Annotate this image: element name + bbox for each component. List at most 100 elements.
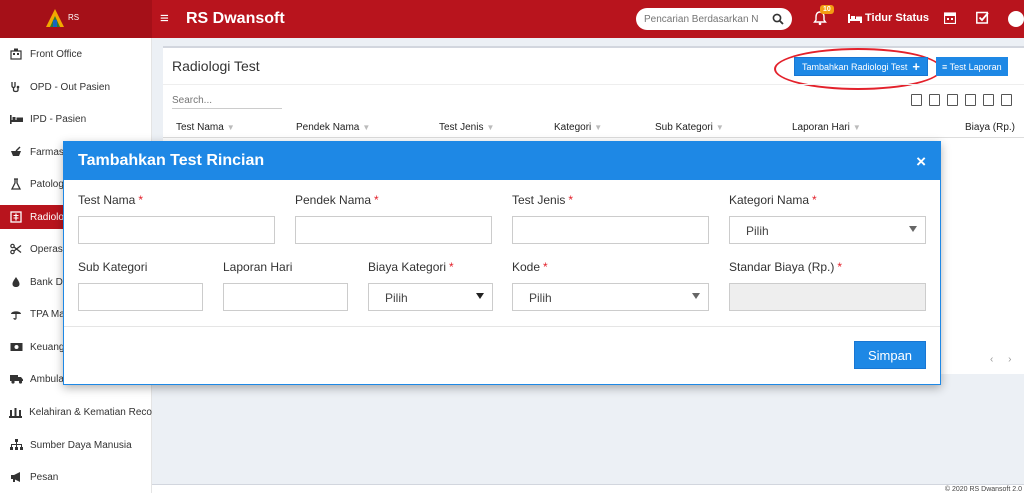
sidebar-item-ipd[interactable]: IPD - Pasien	[0, 107, 152, 131]
copy-icon[interactable]	[911, 94, 922, 106]
label-text: Biaya Kategori	[368, 260, 447, 274]
bullhorn-icon	[9, 470, 23, 484]
sidebar-item-pesan[interactable]: Pesan	[0, 465, 152, 489]
bed-status-label: Tidur Status	[865, 12, 929, 24]
ambulance-icon	[9, 372, 23, 386]
sidebar-item-label: Front Office	[30, 48, 83, 60]
print-icon[interactable]	[983, 94, 994, 106]
column-biaya[interactable]: Biaya (Rp.)	[965, 122, 1015, 133]
global-search	[636, 8, 792, 30]
sidebar-item-sdm[interactable]: Sumber Daya Manusia	[0, 433, 152, 457]
table-search-input[interactable]	[172, 93, 282, 109]
required-mark: *	[837, 260, 843, 274]
chevron-down-icon	[692, 293, 700, 299]
test-report-button[interactable]: ≡ Test Laporan	[936, 57, 1008, 76]
column-test-jenis[interactable]: Test Jenis ▼	[439, 122, 494, 133]
column-label: Biaya (Rp.)	[965, 122, 1016, 133]
column-sub-kategori[interactable]: Sub Kategori ▼	[655, 122, 724, 133]
add-radiology-test-button[interactable]: Tambahkan Radiologi Test +	[794, 57, 928, 76]
building-icon	[9, 47, 23, 61]
sidebar-item-opd[interactable]: OPD - Out Pasien	[0, 75, 152, 99]
label-text: Kode	[512, 260, 541, 274]
kode-select[interactable]: Pilih	[512, 283, 709, 311]
sidebar-item-label: Kelahiran & Kematian Reco	[29, 406, 152, 418]
modal-header: Tambahkan Test Rincian ×	[64, 142, 940, 180]
user-avatar-icon[interactable]	[1008, 11, 1024, 27]
required-mark: *	[543, 260, 548, 274]
modal-title: Tambahkan Test Rincian	[78, 152, 265, 169]
excel-icon[interactable]	[929, 94, 940, 106]
required-mark: *	[138, 193, 144, 207]
column-laporan-hari[interactable]: Laporan Hari ▼	[792, 122, 861, 133]
csv-icon[interactable]	[947, 94, 958, 106]
biaya-kategori-label: Biaya Kategori *	[368, 260, 454, 274]
sidebar-item-label: Bank D	[30, 276, 63, 288]
sub-kategori-label: Sub Kategori	[78, 260, 147, 274]
test-jenis-input[interactable]	[512, 216, 709, 244]
test-nama-input[interactable]	[78, 216, 275, 244]
label-text: Test Nama	[78, 193, 136, 207]
sidebar-item-label: Keuang	[30, 341, 65, 353]
bed-icon	[9, 112, 23, 126]
sidebar-item-label: Radiolo	[30, 211, 64, 223]
test-report-label: ≡ Test Laporan	[942, 61, 1002, 72]
standar-biaya-input	[729, 283, 926, 311]
sort-icon: ▼	[715, 123, 724, 132]
sort-icon: ▼	[226, 123, 235, 132]
close-icon[interactable]: ×	[916, 152, 926, 172]
column-pendek-nama[interactable]: Pendek Nama ▼	[296, 122, 370, 133]
column-test-nama[interactable]: Test Nama ▼	[176, 122, 235, 133]
kategori-nama-select[interactable]: Pilih	[729, 216, 926, 244]
brand-title: RS Dwansoft	[186, 10, 285, 27]
pdf-icon[interactable]	[965, 94, 976, 106]
sub-kategori-input[interactable]	[78, 283, 203, 311]
selected-value: Pilih	[529, 291, 552, 305]
sidebar-item-front-office[interactable]: Front Office	[0, 42, 152, 66]
logo-text: RS	[68, 13, 80, 22]
laporan-hari-label: Laporan Hari	[223, 260, 292, 274]
global-search-input[interactable]	[644, 11, 762, 27]
column-label: Pendek Nama	[296, 122, 360, 133]
sort-icon: ▼	[362, 123, 371, 132]
modal-footer-divider	[64, 326, 940, 327]
sidebar-item-label: OPD - Out Pasien	[30, 81, 111, 93]
standar-biaya-label: Standar Biaya (Rp.) *	[729, 260, 842, 274]
family-icon	[9, 405, 23, 419]
bed-status-link[interactable]: Tidur Status	[848, 12, 929, 24]
umbrella-icon	[9, 307, 23, 321]
stethoscope-icon	[9, 80, 23, 94]
label-text: Standar Biaya (Rp.)	[729, 260, 835, 274]
search-icon[interactable]	[772, 13, 784, 25]
chevron-down-icon	[909, 226, 917, 232]
pagination[interactable]: ‹ ›	[990, 354, 1017, 365]
column-label: Sub Kategori	[655, 122, 713, 133]
column-kategori[interactable]: Kategori ▼	[554, 122, 602, 133]
laporan-hari-input[interactable]	[223, 283, 348, 311]
sidebar-item-label: IPD - Pasien	[30, 113, 87, 125]
sidebar-item-label: Patolog	[30, 178, 64, 190]
logo-area[interactable]: RS	[0, 0, 152, 38]
sort-icon: ▼	[594, 123, 603, 132]
logo-icon	[46, 9, 64, 27]
sidebar-item-kelahiran-kematian[interactable]: Kelahiran & Kematian Reco	[0, 400, 152, 424]
sidebar-item-label: TPA Ma	[30, 308, 65, 320]
calendar-icon[interactable]	[944, 11, 956, 24]
sort-icon: ▼	[852, 123, 861, 132]
column-label: Test Jenis	[439, 122, 484, 133]
save-button[interactable]: Simpan	[854, 341, 926, 369]
columns-icon[interactable]	[1001, 94, 1012, 106]
mortar-icon	[9, 145, 23, 159]
top-navbar: RS ≡ RS Dwansoft 10 Tidur Status	[0, 0, 1024, 38]
table-header: Test Nama ▼ Pendek Nama ▼ Test Jenis ▼ Kate…	[163, 118, 1024, 138]
add-test-modal: Tambahkan Test Rincian × Test Nama * Pend…	[63, 141, 941, 385]
chevron-down-icon	[476, 293, 484, 299]
task-check-icon[interactable]	[976, 11, 989, 24]
sidebar-item-label: Farmas	[30, 146, 64, 158]
pendek-nama-input[interactable]	[295, 216, 492, 244]
label-text: Pendek Nama	[295, 193, 372, 207]
selected-value: Pilih	[385, 291, 408, 305]
menu-toggle-icon[interactable]: ≡	[160, 10, 169, 27]
test-jenis-label: Test Jenis *	[512, 193, 573, 207]
biaya-kategori-select[interactable]: Pilih	[368, 283, 493, 311]
page-title: Radiologi Test	[172, 58, 260, 74]
